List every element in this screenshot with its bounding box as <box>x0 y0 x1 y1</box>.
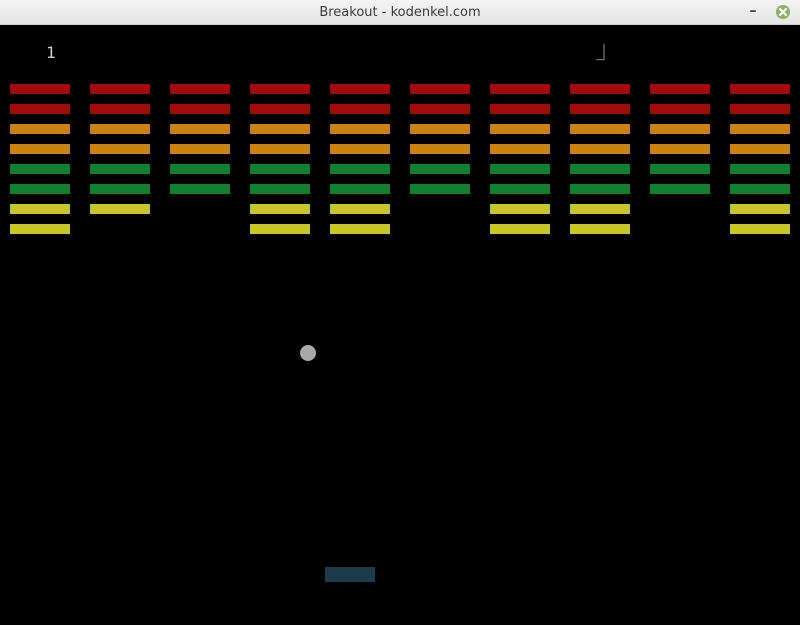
brick <box>250 184 310 194</box>
brick <box>410 184 470 194</box>
score-left: 1 <box>46 43 56 62</box>
brick <box>490 124 550 134</box>
brick <box>650 104 710 114</box>
brick <box>650 164 710 174</box>
brick <box>250 124 310 134</box>
brick <box>90 124 150 134</box>
brick <box>730 224 790 234</box>
brick <box>250 84 310 94</box>
brick <box>570 204 630 214</box>
score-right: ⏌ <box>596 43 613 62</box>
brick <box>730 144 790 154</box>
brick <box>650 124 710 134</box>
brick <box>490 144 550 154</box>
brick <box>170 184 230 194</box>
brick <box>10 84 70 94</box>
brick <box>490 184 550 194</box>
brick <box>730 184 790 194</box>
brick <box>490 224 550 234</box>
brick <box>10 144 70 154</box>
brick <box>330 204 390 214</box>
brick <box>10 124 70 134</box>
brick <box>730 84 790 94</box>
close-button[interactable] <box>776 5 790 19</box>
brick <box>570 124 630 134</box>
brick <box>10 184 70 194</box>
brick <box>730 164 790 174</box>
brick <box>250 104 310 114</box>
brick <box>410 164 470 174</box>
close-icon <box>779 8 787 16</box>
brick <box>650 84 710 94</box>
brick <box>90 144 150 154</box>
brick <box>90 84 150 94</box>
brick <box>490 204 550 214</box>
brick <box>650 144 710 154</box>
brick <box>170 144 230 154</box>
brick <box>10 204 70 214</box>
brick <box>730 124 790 134</box>
brick <box>170 84 230 94</box>
brick <box>250 164 310 174</box>
brick <box>410 144 470 154</box>
brick <box>90 204 150 214</box>
brick <box>490 104 550 114</box>
brick <box>330 104 390 114</box>
brick <box>330 84 390 94</box>
minimize-button[interactable]: – <box>744 2 762 22</box>
brick <box>170 124 230 134</box>
brick <box>90 164 150 174</box>
game-window: Breakout - kodenkel.com – 1 ⏌ <box>0 0 800 625</box>
brick <box>250 224 310 234</box>
brick <box>410 124 470 134</box>
brick <box>650 184 710 194</box>
brick <box>250 204 310 214</box>
brick <box>490 164 550 174</box>
brick <box>570 164 630 174</box>
brick <box>410 84 470 94</box>
brick <box>90 104 150 114</box>
brick <box>570 84 630 94</box>
brick <box>90 184 150 194</box>
brick <box>10 164 70 174</box>
paddle[interactable] <box>325 567 375 582</box>
brick <box>570 104 630 114</box>
brick <box>250 144 310 154</box>
title-bar[interactable]: Breakout - kodenkel.com – <box>0 0 800 25</box>
brick <box>570 184 630 194</box>
brick <box>10 104 70 114</box>
ball <box>300 345 316 361</box>
brick <box>330 144 390 154</box>
brick <box>10 224 70 234</box>
brick <box>570 224 630 234</box>
brick <box>730 104 790 114</box>
brick <box>330 184 390 194</box>
brick <box>170 104 230 114</box>
brick <box>330 224 390 234</box>
brick <box>490 84 550 94</box>
brick <box>330 164 390 174</box>
brick <box>730 204 790 214</box>
window-title: Breakout - kodenkel.com <box>319 5 481 20</box>
brick <box>170 164 230 174</box>
brick <box>570 144 630 154</box>
brick <box>410 104 470 114</box>
game-playfield[interactable]: 1 ⏌ <box>0 25 800 625</box>
brick <box>330 124 390 134</box>
